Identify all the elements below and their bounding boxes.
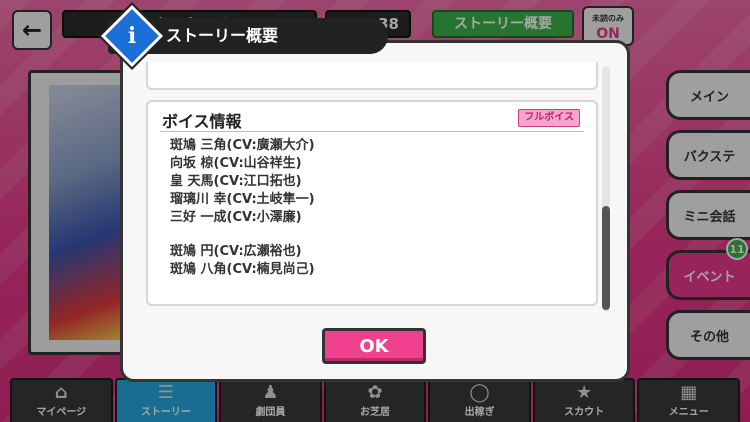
dialog-scrollbar[interactable] xyxy=(602,66,610,312)
cast-item: 斑鳩 三角(CV:廣瀬大介) xyxy=(170,138,315,153)
cast-item: 斑鳩 八角(CV:楠見尚己) xyxy=(170,262,315,277)
ok-button[interactable]: OK xyxy=(322,328,426,364)
full-voice-badge: フルボイス xyxy=(518,109,580,127)
cast-item: 皇 天馬(CV:江口拓也) xyxy=(170,174,302,189)
cast-item: 三好 一成(CV:小澤廉) xyxy=(170,210,302,225)
cast-list: 斑鳩 三角(CV:廣瀬大介) 向坂 椋(CV:山谷祥生) 皇 天馬(CV:江口拓… xyxy=(170,137,315,279)
cast-item: 斑鳩 円(CV:広瀬裕也) xyxy=(170,244,302,259)
divider xyxy=(160,131,584,132)
cast-spacer xyxy=(170,227,315,243)
cast-item: 向坂 椋(CV:山谷祥生) xyxy=(170,156,302,171)
scrollbar-thumb[interactable] xyxy=(602,206,610,310)
voice-info-title: ボイス情報 xyxy=(162,112,242,131)
cast-item: 瑠璃川 幸(CV:土岐隼一) xyxy=(170,192,315,207)
summary-text-panel xyxy=(146,62,598,90)
voice-info-panel: ボイス情報 フルボイス 斑鳩 三角(CV:廣瀬大介) 向坂 椋(CV:山谷祥生)… xyxy=(146,100,598,306)
